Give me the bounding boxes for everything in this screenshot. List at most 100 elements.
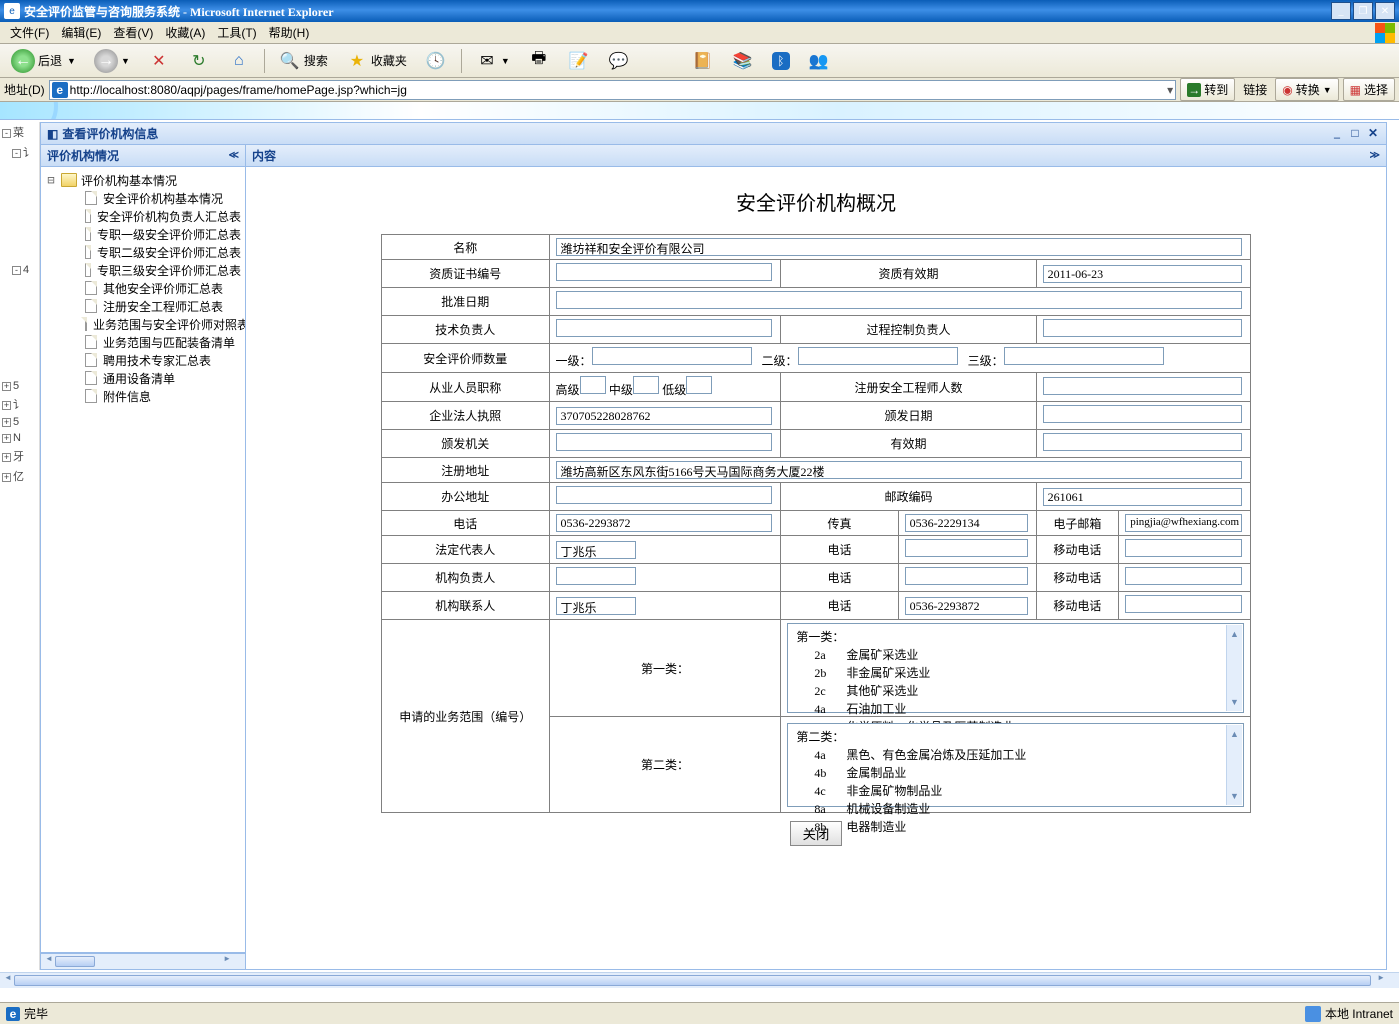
value-cert-no[interactable] [556, 263, 773, 281]
menu-help[interactable]: 帮助(H) [263, 22, 316, 43]
back-button[interactable]: ←后退▼ [4, 48, 83, 74]
minimize-button[interactable]: _ [1331, 2, 1351, 20]
scrollbar-cat2[interactable] [1226, 725, 1242, 805]
tree-leaf-node[interactable]: 专职三级安全评价师汇总表 [45, 261, 241, 279]
bluetooth-button[interactable]: ᛒ [765, 48, 797, 74]
research-button[interactable]: 📔 [685, 48, 721, 74]
value-expiry[interactable] [1043, 433, 1242, 451]
value-contact-mobile[interactable] [1125, 595, 1242, 613]
value-legal-rep[interactable]: 丁兆乐 [556, 541, 636, 559]
value-fax[interactable]: 0536-2229134 [905, 514, 1028, 532]
refresh-button[interactable]: ↻ [181, 48, 217, 74]
collapse-left-icon[interactable]: ≪ [229, 150, 239, 161]
value-level2[interactable] [798, 347, 958, 365]
value-reg-eng-count[interactable] [1043, 377, 1242, 395]
modal-minimize-button[interactable]: _ [1330, 126, 1344, 141]
restore-button[interactable]: ❐ [1353, 2, 1373, 20]
menu-file[interactable]: 文件(F) [4, 22, 55, 43]
links-label[interactable]: 链接 [1239, 81, 1271, 98]
modal-maximize-button[interactable]: □ [1348, 126, 1362, 141]
value-email[interactable]: pingjia@wfhexiang.com [1125, 514, 1242, 532]
sidebar-header: 评价机构情况 ≪ [41, 145, 245, 167]
value-issue-org[interactable] [556, 433, 773, 451]
discuss-button[interactable]: 💬 [601, 48, 637, 74]
value-junior[interactable] [686, 376, 712, 394]
value-senior[interactable] [580, 376, 606, 394]
value-legal-phone[interactable] [905, 539, 1028, 557]
page-horizontal-scrollbar[interactable] [0, 972, 1399, 988]
messenger-button[interactable]: 👥 [801, 48, 837, 74]
forward-button[interactable]: →▼ [87, 48, 137, 74]
value-office-addr[interactable] [556, 486, 773, 504]
value-mid[interactable] [633, 376, 659, 394]
tree-leaf-node[interactable]: 安全评价机构负责人汇总表 [45, 207, 241, 225]
modal-close-button[interactable]: ✕ [1366, 126, 1380, 141]
sidebar-scrollbar[interactable] [41, 953, 245, 969]
scope-row: 8a机械设备制造业 [796, 800, 1235, 818]
convert-button[interactable]: ◉转换▼ [1275, 78, 1338, 101]
close-button[interactable]: ✕ [1375, 2, 1395, 20]
value-orgleader-mobile[interactable] [1125, 567, 1242, 585]
value-biz-license[interactable]: 370705228028762 [556, 407, 773, 425]
menu-tools[interactable]: 工具(T) [211, 22, 262, 43]
edit-button[interactable]: 📝 [561, 48, 597, 74]
menu-favorites[interactable]: 收藏(A) [159, 22, 211, 43]
tree-toggle-icon[interactable]: ⊟ [45, 173, 57, 187]
tree-leaf-node[interactable]: 通用设备清单 [45, 369, 241, 387]
value-process-leader[interactable] [1043, 319, 1242, 337]
label-staff-title: 从业人员职称 [382, 373, 550, 402]
value-phone[interactable]: 0536-2293872 [556, 514, 773, 532]
label-name: 名称 [382, 235, 550, 260]
menu-view[interactable]: 查看(V) [107, 22, 159, 43]
value-postcode[interactable]: 261061 [1043, 488, 1242, 506]
home-button[interactable]: ⌂ [221, 48, 257, 74]
label-expiry: 有效期 [781, 430, 1036, 458]
tree-leaf-node[interactable]: 安全评价机构基本情况 [45, 189, 241, 207]
scrollbar-cat1[interactable] [1226, 625, 1242, 711]
value-cert-expiry[interactable]: 2011-06-23 [1043, 265, 1242, 283]
home-icon: ⌂ [228, 50, 250, 72]
label-issue-org: 颁发机关 [382, 430, 550, 458]
tree-leaf-node[interactable]: 注册安全工程师汇总表 [45, 297, 241, 315]
value-tech-leader[interactable] [556, 319, 773, 337]
select-button[interactable]: ▦选择 [1343, 78, 1395, 101]
value-level1[interactable] [592, 347, 752, 365]
tree-leaf-node[interactable]: 专职一级安全评价师汇总表 [45, 225, 241, 243]
tree-leaf-node[interactable]: 其他安全评价师汇总表 [45, 279, 241, 297]
value-contact-phone[interactable]: 0536-2293872 [905, 597, 1028, 615]
ref-button[interactable]: 📚 [725, 48, 761, 74]
value-contact[interactable]: 丁兆乐 [556, 597, 636, 615]
tree-root-node[interactable]: ⊟ 评价机构基本情况 [45, 171, 241, 189]
tree-leaf-node[interactable]: 业务范围与匹配装备清单 [45, 333, 241, 351]
print-button[interactable]: 🖶 [521, 48, 557, 74]
tree-leaf-node[interactable]: 聘用技术专家汇总表 [45, 351, 241, 369]
go-button[interactable]: →转到 [1180, 78, 1235, 101]
label-postcode: 邮政编码 [781, 483, 1036, 511]
history-button[interactable]: 🕓 [418, 48, 454, 74]
search-button[interactable]: 🔍搜索 [272, 48, 335, 74]
scope-cat1-box[interactable]: 第一类： 2a金属矿采选业2b非金属矿采选业2c其他矿采选业4a石油加工业4b化… [787, 623, 1244, 713]
menu-edit[interactable]: 编辑(E) [55, 22, 107, 43]
value-orgleader-phone[interactable] [905, 567, 1028, 585]
value-level3[interactable] [1004, 347, 1164, 365]
value-name[interactable]: 潍坊祥和安全评价有限公司 [556, 238, 1242, 256]
scope-cat2-box[interactable]: 第二类： 4a黑色、有色金属冶炼及压延加工业4b金属制品业4c非金属矿物制品业8… [787, 723, 1244, 807]
stop-button[interactable]: ✕ [141, 48, 177, 74]
tree-leaf-node[interactable]: 附件信息 [45, 387, 241, 405]
tree-leaf-node[interactable]: 专职二级安全评价师汇总表 [45, 243, 241, 261]
value-reg-addr[interactable]: 潍坊高新区东风东街5166号天马国际商务大厦22楼 [556, 461, 1242, 479]
tree-leaf-node[interactable]: 业务范围与安全评价师对照表 [45, 315, 241, 333]
value-org-leader[interactable] [556, 567, 636, 585]
print-icon: 🖶 [528, 50, 550, 72]
value-issue-date[interactable] [1043, 405, 1242, 423]
scope-row: 4a黑色、有色金属冶炼及压延加工业 [796, 746, 1235, 764]
value-legal-mobile[interactable] [1125, 539, 1242, 557]
favorites-button[interactable]: ★收藏夹 [339, 48, 414, 74]
select-icon: ▦ [1350, 83, 1361, 97]
address-input[interactable]: http://localhost:8080/aqpj/pages/frame/h… [49, 80, 1177, 100]
mail-button[interactable]: ✉▼ [469, 48, 517, 74]
value-approval-date[interactable] [556, 291, 1242, 309]
collapse-right-icon[interactable]: ≫ [1370, 150, 1380, 161]
discuss-icon: 💬 [608, 50, 630, 72]
modal-header[interactable]: ◧ 查看评价机构信息 _ □ ✕ [41, 123, 1386, 145]
